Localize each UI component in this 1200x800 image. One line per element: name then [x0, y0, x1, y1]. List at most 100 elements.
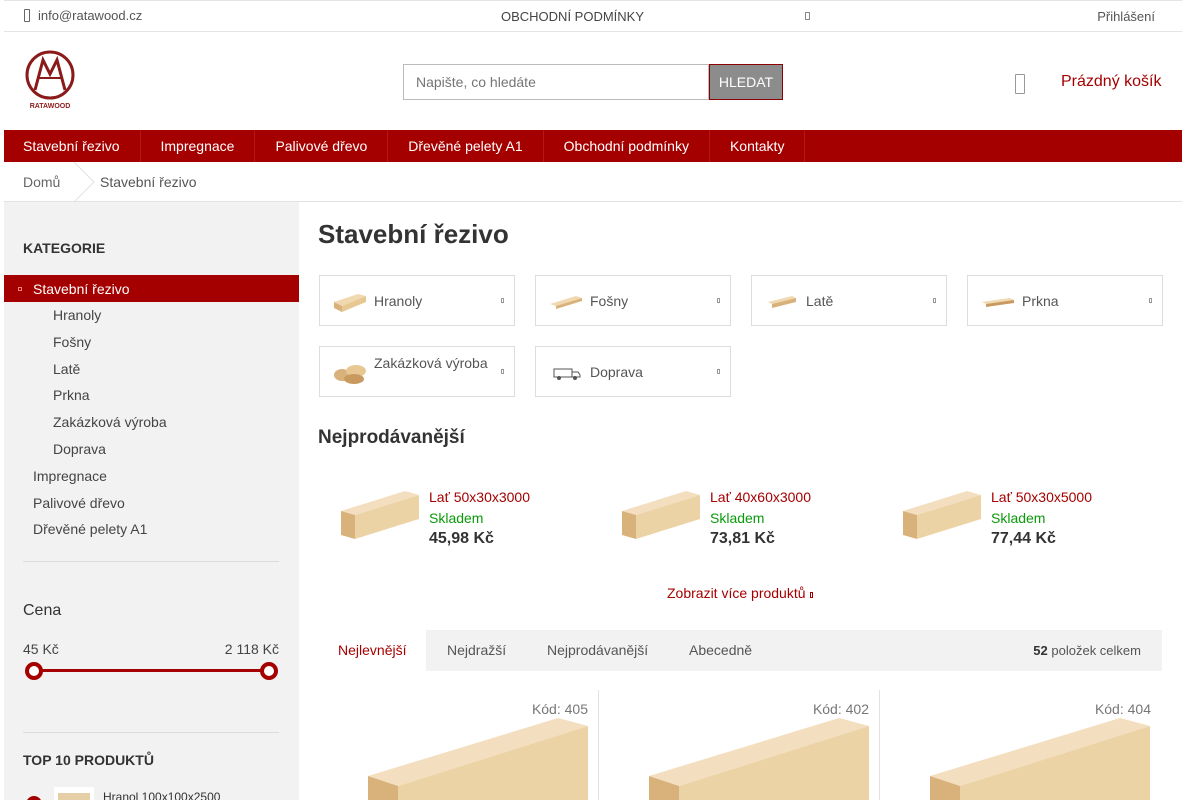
sidebar-item-fosny[interactable]: Fošny [53, 334, 91, 350]
subcat-zakazkova[interactable]: Zakázková výroba [319, 346, 515, 397]
sort-tab-bestselling[interactable]: Nejprodávanější [547, 630, 648, 671]
top10-title: TOP 10 PRODUKTŮ [23, 752, 154, 768]
price-filter-title: Cena [23, 602, 62, 619]
product-card[interactable]: Kód: 404 [880, 690, 1161, 800]
subcat-doprava[interactable]: Doprava [535, 346, 731, 397]
sort-tab-alphabetical[interactable]: Abecedně [689, 630, 752, 671]
search-form: HLEDAT [403, 64, 783, 100]
product-code: Kód: 405 [531, 701, 588, 717]
product-name[interactable]: Lať 50x30x3000 [429, 489, 530, 505]
fosny-thumbnail [550, 296, 582, 309]
product-code: Kód: 404 [1094, 701, 1151, 717]
main-nav: Stavební řezivo Impregnace Palivové dřev… [4, 130, 1182, 162]
price-slider-track[interactable] [34, 669, 269, 672]
bestsellers-title: Nejprodávanější [318, 427, 465, 448]
sidebar-item-label: Stavební řezivo [33, 281, 130, 297]
chevron-right-icon [501, 298, 504, 303]
bestseller-item[interactable]: Lať 50x30x5000 Skladem 77,44 Kč [901, 489, 1161, 549]
price-min: 45 Kč [23, 641, 59, 657]
product-thumbnail[interactable] [54, 787, 94, 800]
sidebar: KATEGORIE Stavební řezivo Hranoly Fošny … [4, 202, 299, 800]
subcat-hranoly[interactable]: Hranoly [319, 275, 515, 326]
tools-icon[interactable] [805, 12, 810, 20]
sidebar-item-doprava[interactable]: Doprava [53, 441, 106, 457]
product-price: 73,81 Kč [710, 530, 775, 547]
product-image[interactable] [900, 716, 1150, 800]
bestseller-item[interactable]: Lať 40x60x3000 Skladem 73,81 Kč [620, 489, 880, 549]
product-card[interactable]: Kód: 405 [318, 690, 599, 800]
nav-item-palivove-drevo[interactable]: Palivové dřevo [255, 130, 389, 162]
sidebar-item-pelety[interactable]: Dřevěné pelety A1 [33, 521, 147, 537]
product-image[interactable] [901, 489, 981, 539]
subcat-label: Prkna [1022, 293, 1059, 309]
sort-tab-cheapest[interactable]: Nejlevnější [318, 630, 427, 671]
chevron-down-icon [809, 592, 813, 598]
divider [23, 732, 279, 733]
chevron-right-icon [933, 298, 936, 303]
email-text: info@ratawood.cz [38, 8, 143, 23]
product-card[interactable]: Kód: 402 [599, 690, 880, 800]
item-count-label: položek celkem [1051, 643, 1141, 658]
stock-status: Skladem [991, 510, 1046, 526]
chevron-right-icon [717, 369, 720, 374]
price-slider-min-handle[interactable] [25, 662, 43, 680]
cart-label[interactable]: Prázdný košík [1061, 73, 1161, 91]
subcat-label: Zakázková výroba [374, 355, 488, 371]
sidebar-item-stavebni-rezivo[interactable]: Stavební řezivo [4, 275, 299, 302]
login-link[interactable]: Přihlášení [1097, 9, 1155, 24]
product-image[interactable] [339, 489, 419, 539]
stock-status: Skladem [710, 510, 765, 526]
subcat-late[interactable]: Latě [751, 275, 947, 326]
late-thumbnail [768, 296, 796, 308]
subcat-fosny[interactable]: Fošny [535, 275, 731, 326]
nav-item-obchodni-podminky[interactable]: Obchodní podmínky [544, 130, 710, 162]
divider [23, 561, 279, 562]
bestseller-item[interactable]: Lať 50x30x3000 Skladem 45,98 Kč [339, 489, 599, 549]
phone-icon [24, 9, 30, 22]
breadcrumb-separator-icon [73, 162, 95, 202]
chevron-right-icon [717, 298, 720, 303]
sidebar-item-impregnace[interactable]: Impregnace [33, 468, 107, 484]
top-bar: info@ratawood.cz OBCHODNÍ PODMÍNKY Přihl… [4, 0, 1182, 32]
breadcrumb: Domů Stavební řezivo [4, 162, 1182, 202]
main-content: Stavební řezivo Hranoly Fošny Latě Prkna… [299, 202, 1182, 800]
top10-item-name[interactable]: Hranol 100x100x2500 [103, 790, 220, 800]
item-count: 52 položek celkem [1033, 643, 1141, 658]
product-image[interactable] [619, 716, 869, 800]
stock-status: Skladem [429, 510, 484, 526]
search-button[interactable]: HLEDAT [709, 64, 783, 100]
subcat-label: Doprava [590, 364, 643, 380]
search-input[interactable] [403, 64, 709, 100]
ratawood-logo[interactable]: RATAWOOD [23, 50, 77, 110]
sidebar-item-hranoly[interactable]: Hranoly [53, 307, 101, 323]
sidebar-item-zakazkova[interactable]: Zakázková výroba [53, 414, 167, 430]
item-count-number: 52 [1033, 643, 1048, 658]
bullet-icon [18, 287, 22, 291]
nav-item-kontakty[interactable]: Kontakty [710, 130, 806, 162]
sidebar-item-prkna[interactable]: Prkna [53, 387, 90, 403]
breadcrumb-home[interactable]: Domů [23, 174, 60, 190]
terms-link[interactable]: OBCHODNÍ PODMÍNKY [501, 9, 644, 24]
nav-item-stavebni-rezivo[interactable]: Stavební řezivo [4, 130, 141, 162]
rank-badge [26, 796, 42, 800]
sidebar-item-palivove-drevo[interactable]: Palivové dřevo [33, 495, 125, 511]
product-name[interactable]: Lať 50x30x5000 [991, 489, 1092, 505]
cart-icon[interactable] [1015, 74, 1025, 94]
email-link[interactable]: info@ratawood.cz [24, 8, 142, 23]
nav-item-pelety[interactable]: Dřevěné pelety A1 [388, 130, 544, 162]
subcat-prkna[interactable]: Prkna [967, 275, 1163, 326]
hranoly-thumbnail [334, 294, 366, 312]
show-more-label: Zobrazit více produktů [667, 585, 806, 601]
truck-icon [553, 368, 581, 380]
price-slider-max-handle[interactable] [260, 662, 278, 680]
logo-text: RATAWOOD [30, 103, 71, 110]
product-image[interactable] [620, 489, 700, 539]
sidebar-item-late[interactable]: Latě [53, 361, 80, 377]
prkna-thumbnail [982, 298, 1014, 307]
sort-tab-most-expensive[interactable]: Nejdražší [447, 630, 506, 671]
product-image[interactable] [338, 716, 588, 800]
nav-item-impregnace[interactable]: Impregnace [141, 130, 256, 162]
product-name[interactable]: Lať 40x60x3000 [710, 489, 811, 505]
sort-bar: Nejlevnější Nejdražší Nejprodávanější Ab… [318, 630, 1162, 671]
show-more-link[interactable]: Zobrazit více produktů [667, 585, 813, 601]
